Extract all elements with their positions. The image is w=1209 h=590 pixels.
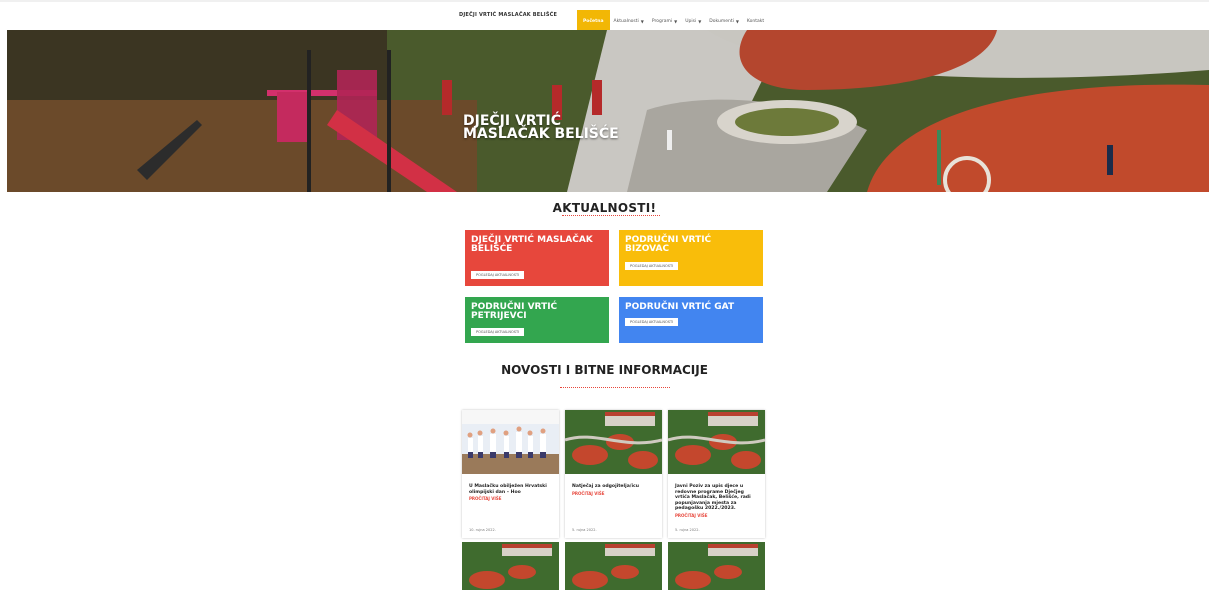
card-title: PODRUČNI VRTIĆ BIZOVAC	[625, 235, 712, 254]
pogledaj-aktualnosti-button[interactable]: POGLEDAJ AKTUALNOSTI	[471, 328, 525, 336]
news-image[interactable]	[565, 542, 662, 590]
main-nav: Početna Aktualnosti ▼ Programi ▼ Upisi ▼ Do…	[577, 10, 768, 32]
procitaj-vise-link[interactable]: PROČITAJ VIŠE	[469, 496, 552, 501]
news-card[interactable]: Javni Poziv za upis djece u redovne prog…	[668, 410, 765, 538]
news-date: 10. rujna 2022.	[469, 528, 496, 532]
news-image[interactable]	[668, 410, 765, 474]
news-title[interactable]: Natječaj za odgojitelja/icu	[572, 484, 655, 490]
card-gat[interactable]: PODRUČNI VRTIĆ GAT POGLEDAJ AKTUALNOSTI	[619, 297, 763, 343]
pogledaj-aktualnosti-button[interactable]: POGLEDAJ AKTUALNOSTI	[625, 318, 679, 326]
hero-playground-image	[7, 30, 1209, 192]
news-title[interactable]: U Maslačku obilježen Hrvatski olimpijski…	[469, 484, 552, 495]
nav-item-pocetna[interactable]: Početna	[577, 10, 610, 32]
card-title: PODRUČNI VRTIĆ PETRIJEVCI	[471, 302, 558, 321]
nav-item-aktualnosti[interactable]: Aktualnosti ▼	[610, 10, 648, 32]
aktualnosti-title: AKTUALNOSTI!	[552, 201, 657, 215]
card-bizovac[interactable]: PODRUČNI VRTIĆ BIZOVAC POGLEDAJ AKTUALNO…	[619, 230, 763, 286]
news-date: 5. rujna 2022.	[572, 528, 597, 532]
card-title: DJEČJI VRTIĆ MASLAČAK BELIŠĆE	[471, 235, 593, 254]
nav-item-kontakt[interactable]: Kontakt	[743, 10, 768, 32]
news-date: 5. rujna 2022.	[675, 528, 700, 532]
hero-title-line2: MASLAČAK BELIŠĆE	[463, 126, 619, 142]
hero-banner: DJEČJI VRTIĆ MASLAČAK BELIŠĆE	[7, 30, 1209, 192]
card-title: PODRUČNI VRTIĆ GAT	[625, 302, 735, 312]
pogledaj-aktualnosti-button[interactable]: POGLEDAJ AKTUALNOSTI	[471, 271, 525, 279]
nav-item-programi[interactable]: Programi ▼	[648, 10, 681, 32]
news-image[interactable]	[462, 542, 559, 590]
title-underline	[562, 215, 660, 216]
caret-down-icon: ▼	[698, 18, 702, 24]
procitaj-vise-link[interactable]: PROČITAJ VIŠE	[675, 513, 758, 518]
nav-item-dokumenti[interactable]: Dokumenti ▼	[705, 10, 743, 32]
news-image[interactable]	[565, 410, 662, 474]
nav-item-upisi[interactable]: Upisi ▼	[681, 10, 705, 32]
news-title[interactable]: Javni Poziv za upis djece u redovne prog…	[675, 484, 758, 512]
top-navigation-bar: DJEČJI VRTIĆ MASLAČAK BELIŠĆE Početna Ak…	[0, 0, 1209, 32]
hero-title: DJEČJI VRTIĆ MASLAČAK BELIŠĆE	[463, 114, 623, 142]
news-card[interactable]: U Maslačku obilježen Hrvatski olimpijski…	[462, 410, 559, 538]
title-underline	[560, 387, 670, 388]
procitaj-vise-link[interactable]: PROČITAJ VIŠE	[572, 491, 655, 496]
caret-down-icon: ▼	[735, 18, 739, 24]
site-brand[interactable]: DJEČJI VRTIĆ MASLAČAK BELIŠĆE	[459, 12, 557, 18]
card-petrijevci[interactable]: PODRUČNI VRTIĆ PETRIJEVCI POGLEDAJ AKTUA…	[465, 297, 609, 343]
caret-down-icon: ▼	[674, 18, 678, 24]
novosti-title: NOVOSTI I BITNE INFORMACIJE	[501, 363, 708, 377]
news-card[interactable]: Natječaj za odgojitelja/icu PROČITAJ VIŠ…	[565, 410, 662, 538]
news-image[interactable]	[668, 542, 765, 590]
pogledaj-aktualnosti-button[interactable]: POGLEDAJ AKTUALNOSTI	[625, 262, 679, 270]
caret-down-icon: ▼	[640, 18, 644, 24]
news-image[interactable]	[462, 410, 559, 474]
card-maslacak-belisce[interactable]: DJEČJI VRTIĆ MASLAČAK BELIŠĆE POGLEDAJ A…	[465, 230, 609, 286]
